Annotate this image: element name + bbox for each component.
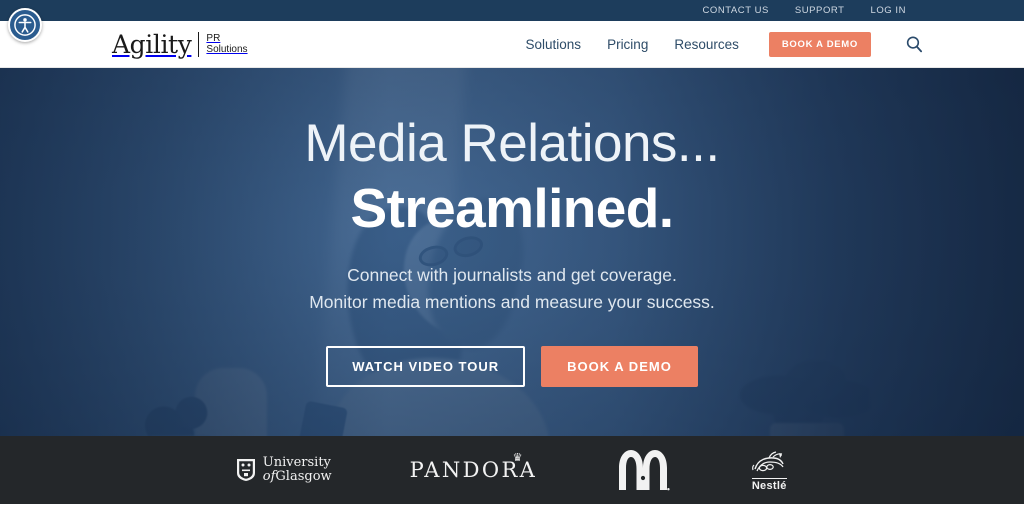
topbar-link-support[interactable]: SUPPORT bbox=[795, 5, 845, 16]
hero-headline-light: Media Relations... bbox=[304, 114, 720, 173]
mcdonalds-arches-icon bbox=[619, 450, 670, 491]
glasgow-line1: University bbox=[262, 455, 331, 470]
client-logo-university-of-glasgow: University ofGlasgow bbox=[235, 446, 332, 494]
search-icon bbox=[906, 36, 923, 53]
topbar-link-log-in[interactable]: LOG IN bbox=[870, 5, 906, 16]
accessibility-icon bbox=[14, 14, 36, 36]
nestle-nest-icon bbox=[752, 450, 784, 471]
glasgow-crest-icon bbox=[236, 459, 255, 481]
site-logo[interactable]: Agility PR Solutions bbox=[112, 29, 248, 59]
hero-book-a-demo-button[interactable]: BOOK A DEMO bbox=[541, 346, 698, 388]
nestle-wordmark: Nestlé bbox=[751, 477, 787, 492]
header-book-a-demo-button[interactable]: BOOK A DEMO bbox=[768, 32, 871, 57]
hero-subtitle-line2: Monitor media mentions and measure your … bbox=[309, 292, 715, 313]
logo-subtext: PR Solutions bbox=[206, 33, 247, 55]
nav-item-pricing[interactable]: Pricing bbox=[607, 37, 648, 52]
accessibility-widget-button[interactable] bbox=[8, 8, 42, 42]
glasgow-line2: Glasgow bbox=[275, 469, 332, 484]
watch-video-tour-button[interactable]: WATCH VIDEO TOUR bbox=[326, 346, 526, 388]
page-root: CONTACT US SUPPORT LOG IN Agility PR Sol… bbox=[0, 0, 1024, 530]
site-header: Agility PR Solutions Solutions Pricing R… bbox=[0, 21, 1024, 68]
nav-item-solutions[interactable]: Solutions bbox=[526, 37, 582, 52]
nav-item-resources[interactable]: Resources bbox=[674, 37, 739, 52]
hero-subtitle: Connect with journalists and get coverag… bbox=[309, 262, 715, 316]
client-logo-pandora: PANDORA ♛ bbox=[410, 446, 538, 494]
glasgow-line2-italic: of bbox=[262, 469, 276, 484]
hero-headline-bold: Streamlined. bbox=[350, 176, 675, 239]
hero-subtitle-line1: Connect with journalists and get coverag… bbox=[347, 265, 677, 286]
topbar-link-contact-us[interactable]: CONTACT US bbox=[703, 5, 769, 16]
hero-section: Media Relations... Streamlined. Connect … bbox=[0, 68, 1024, 436]
pandora-crown-icon: ♛ bbox=[512, 451, 523, 464]
hero-cta-group: WATCH VIDEO TOUR BOOK A DEMO bbox=[326, 346, 698, 388]
client-logo-strip: University ofGlasgow PANDORA ♛ Nestlé bbox=[0, 436, 1024, 504]
logo-wordmark: Agility bbox=[112, 29, 192, 59]
logo-subtext-line2: Solutions bbox=[206, 44, 248, 55]
main-navigation: Solutions Pricing Resources BOOK A DEMO bbox=[526, 21, 924, 68]
glasgow-wordmark: University ofGlasgow bbox=[263, 456, 332, 484]
search-button[interactable] bbox=[905, 35, 924, 54]
logo-divider bbox=[198, 31, 200, 57]
logo-subtext-line1: PR bbox=[206, 33, 221, 44]
client-logo-nestle: Nestlé bbox=[749, 446, 789, 494]
top-utility-bar: CONTACT US SUPPORT LOG IN bbox=[0, 0, 1024, 21]
page-bottom-spacer bbox=[0, 504, 1024, 530]
hero-content: Media Relations... Streamlined. Connect … bbox=[0, 68, 1024, 436]
client-logo-mcdonalds bbox=[615, 446, 671, 494]
